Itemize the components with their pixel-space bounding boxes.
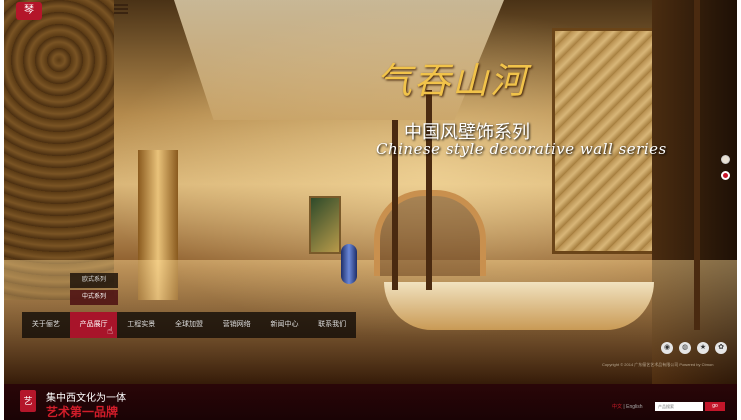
- nav-item-contact[interactable]: 联系我们: [308, 312, 356, 338]
- footer-tagline: 集中西文化为一体: [46, 393, 126, 404]
- qzone-icon[interactable]: ★: [697, 342, 709, 354]
- wechat-icon[interactable]: ◍: [679, 342, 691, 354]
- search-input[interactable]: [655, 402, 703, 411]
- lang-english-link[interactable]: English: [626, 404, 642, 410]
- hand-cursor-icon: ☝: [107, 326, 114, 337]
- lang-chinese-link[interactable]: 中文: [612, 404, 622, 410]
- social-links: ◉ ◍ ★ ✿: [661, 342, 727, 354]
- slider-dot[interactable]: [721, 155, 730, 164]
- decor-palm: [694, 0, 700, 330]
- copyright-text: Copyright © 2014 广东俪艺艺术品有限公司 Powered by …: [602, 362, 714, 367]
- hero-banner: 琴 气吞山河 中国风壁饰系列 Chinese style decorative …: [4, 0, 737, 384]
- nav-item-projects[interactable]: 工程实景: [117, 312, 165, 338]
- lang-separator: |: [623, 404, 625, 410]
- weibo-icon[interactable]: ◉: [661, 342, 673, 354]
- banner-slogan: 气吞山河: [376, 61, 529, 102]
- nav-item-about[interactable]: 关于俪艺: [22, 312, 70, 338]
- main-nav: 关于俪艺 产品展厅 工程实景 全球加盟 营销网络 新闻中心 联系我们: [22, 312, 356, 338]
- nav-item-news[interactable]: 新闻中心: [261, 312, 309, 338]
- menu-icon[interactable]: [114, 2, 128, 14]
- decor-painting: [309, 196, 341, 254]
- footer-brand-tagline: 艺术第一品牌: [46, 405, 119, 419]
- page: 琴 气吞山河 中国风壁饰系列 Chinese style decorative …: [0, 0, 741, 420]
- slider-dots: [721, 155, 731, 187]
- nav-item-network[interactable]: 营销网络: [213, 312, 261, 338]
- slider-dot-active[interactable]: [721, 171, 730, 180]
- banner-english-subtitle: Chinese style decorative wall series: [376, 140, 667, 158]
- footer-logo[interactable]: 艺: [20, 390, 36, 412]
- footer: 艺 集中西文化为一体 艺术第一品牌 中文 | English: [4, 384, 737, 420]
- search-button[interactable]: go: [705, 402, 725, 411]
- site-logo[interactable]: 琴: [16, 2, 42, 20]
- submenu-item-chinese[interactable]: 中式系列: [70, 290, 118, 305]
- submenu-item-european[interactable]: 欧式系列: [70, 273, 118, 288]
- decor-wall-left: [4, 0, 114, 300]
- decor-counter: [384, 282, 654, 330]
- nav-item-franchise[interactable]: 全球加盟: [165, 312, 213, 338]
- product-submenu: 欧式系列 中式系列: [70, 273, 118, 307]
- language-switcher: 中文 | English: [612, 403, 643, 410]
- paw-icon[interactable]: ✿: [715, 342, 727, 354]
- decor-vase: [341, 244, 357, 284]
